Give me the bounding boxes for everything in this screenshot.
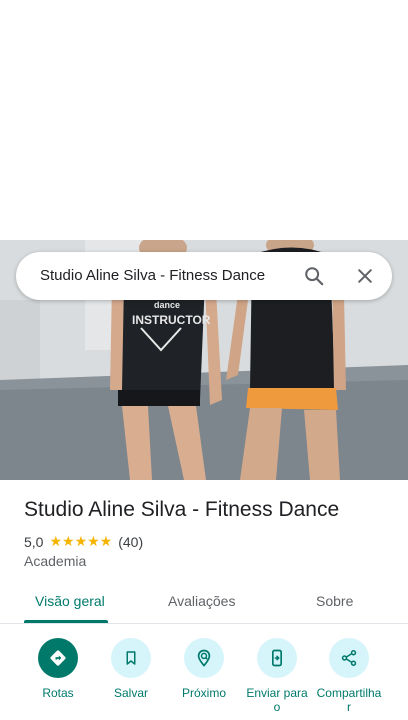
nearby-label: Próximo — [181, 686, 226, 700]
action-bar: Rotas Salvar Próximo Enviar para o Compa… — [0, 638, 408, 720]
nearby-button[interactable]: Próximo — [164, 638, 244, 700]
directions-label: Rotas — [42, 686, 74, 700]
tab-reviews[interactable]: Avaliações — [168, 593, 235, 609]
share-icon — [329, 638, 369, 678]
tab-bar: Visão geral Avaliações Sobre — [0, 584, 408, 624]
share-button[interactable]: Compartilhar — [309, 638, 389, 714]
send-to-phone-label: Enviar para o — [246, 686, 308, 714]
search-icon[interactable] — [300, 262, 328, 290]
search-input[interactable]: Studio Aline Silva - Fitness Dance — [40, 267, 265, 284]
place-title: Studio Aline Silva - Fitness Dance — [24, 498, 340, 521]
rating-value: 5,0 — [24, 533, 44, 550]
search-bar[interactable]: Studio Aline Silva - Fitness Dance — [16, 252, 392, 300]
save-button[interactable]: Salvar — [91, 638, 171, 700]
send-to-phone-icon — [257, 638, 297, 678]
place-category: Academia — [24, 553, 87, 569]
bookmark-icon — [111, 638, 151, 678]
send-to-phone-button[interactable]: Enviar para o — [237, 638, 317, 714]
tab-about[interactable]: Sobre — [316, 593, 353, 609]
nearby-icon — [184, 638, 224, 678]
rating-row[interactable]: 5,0 ★★★★★ (40) — [24, 533, 143, 550]
map-area — [0, 0, 408, 240]
directions-icon — [38, 638, 78, 678]
active-tab-indicator — [24, 620, 108, 623]
tab-overview[interactable]: Visão geral — [35, 593, 105, 609]
review-count[interactable]: (40) — [118, 534, 143, 550]
shirt-print-small: dance — [154, 300, 180, 310]
shirt-print-large: INSTRUCTOR — [132, 313, 211, 327]
close-icon[interactable] — [351, 262, 379, 290]
share-label: Compartilhar — [316, 686, 382, 714]
rating-stars: ★★★★★ — [49, 533, 113, 549]
directions-button[interactable]: Rotas — [18, 638, 98, 700]
save-label: Salvar — [113, 686, 148, 700]
